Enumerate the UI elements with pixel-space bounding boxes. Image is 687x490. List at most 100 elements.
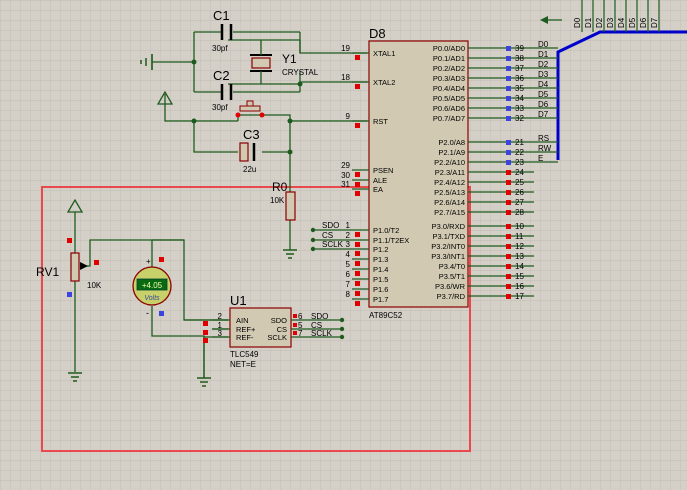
capacitor-c1-value: 30pf <box>212 44 228 53</box>
mcu-pin-name: P2.2/A10 <box>434 158 465 167</box>
resistor-r0-value: 10K <box>270 196 285 205</box>
pin-marker <box>506 190 511 195</box>
mcu-pin-name: P2.7/A15 <box>434 208 465 217</box>
mcu-pin-name: P0.1/AD1 <box>433 54 465 63</box>
mcu-pin-number: 12 <box>515 242 524 251</box>
mcu-pin-number: 34 <box>515 94 524 103</box>
mcu-pin-number: 29 <box>341 161 350 170</box>
net-terminal-dot <box>310 227 316 233</box>
header-net-label: D2 <box>595 17 604 28</box>
mcu-pin-name: P0.7/AD7 <box>433 114 465 123</box>
header-net-label: D5 <box>628 17 637 28</box>
pin-marker <box>506 244 511 249</box>
mcu-pin-number: 21 <box>515 138 524 147</box>
mcu-pin-name: P2.5/A13 <box>434 188 465 197</box>
mcu-pin-name: ALE <box>373 176 387 185</box>
mcu-pin-name: P3.5/T1 <box>439 272 465 281</box>
pin-marker <box>203 330 208 335</box>
pin-marker <box>506 210 511 215</box>
capacitor-c2-ref: C2 <box>213 68 230 83</box>
mcu-pin-name: XTAL2 <box>373 78 395 87</box>
pin-marker <box>355 281 360 286</box>
net-terminal-dot <box>310 237 316 243</box>
mcu-pin-number: 2 <box>346 231 351 240</box>
net-terminal-dot <box>310 246 316 252</box>
resistor-r0-ref: R0 <box>272 180 288 194</box>
header-net-label: D6 <box>639 17 648 28</box>
pin-marker <box>506 140 511 145</box>
adc-pin-number: 2 <box>218 312 223 321</box>
header-net-label: D4 <box>617 17 626 28</box>
header-net-label: D3 <box>606 17 615 28</box>
mcu-pin-name: P3.2/INT0 <box>431 242 465 251</box>
mcu-pin-number: 11 <box>515 232 524 241</box>
adc-pin-name: REF- <box>236 333 254 342</box>
mcu-pin-number: 39 <box>515 44 524 53</box>
pin-marker <box>506 46 511 51</box>
mcu-pin-name: P0.2/AD2 <box>433 64 465 73</box>
mcu-pin-name: P3.1/TXD <box>432 232 465 241</box>
pin-marker <box>506 264 511 269</box>
pin-marker <box>203 321 208 326</box>
pin-marker <box>203 338 208 343</box>
mcu-pin-number: 10 <box>515 222 524 231</box>
mcu-pin-name: P3.4/T0 <box>439 262 465 271</box>
capacitor-c2-value: 30pf <box>212 103 228 112</box>
mcu-pin-name: P1.5 <box>373 275 388 284</box>
mcu-pin-number: 18 <box>341 73 350 82</box>
adc-pin-number: 6 <box>298 312 303 321</box>
pin-marker <box>293 331 297 335</box>
mcu-pin-number: 30 <box>341 171 350 180</box>
mcu-pin-name: P2.1/A9 <box>438 148 465 157</box>
pin-marker <box>506 106 511 111</box>
crystal-y1-value: CRYSTAL <box>282 68 319 77</box>
mcu-pin-number: 24 <box>515 168 524 177</box>
pin-marker <box>506 234 511 239</box>
net-terminal-dot <box>339 317 345 323</box>
pin-marker <box>506 160 511 165</box>
mcu-pin-number: 38 <box>515 54 524 63</box>
pin-marker <box>506 200 511 205</box>
pin-marker <box>506 150 511 155</box>
pin-marker <box>355 84 360 89</box>
pin-marker <box>506 284 511 289</box>
pin-marker <box>355 261 360 266</box>
mcu-pin-number: 37 <box>515 64 524 73</box>
mcu-pin-number: 31 <box>341 180 350 189</box>
mcu-pin-name: P0.5/AD5 <box>433 94 465 103</box>
mcu-pin-name: P3.6/WR <box>435 282 466 291</box>
mcu-pin-name: XTAL1 <box>373 49 395 58</box>
pin-marker <box>506 86 511 91</box>
mcu-d8-part: AT89C52 <box>369 311 403 320</box>
capacitor-c1-ref: C1 <box>213 8 230 23</box>
mcu-pin-name: P2.4/A12 <box>434 178 465 187</box>
mcu-pin-number: 28 <box>515 208 524 217</box>
mcu-pin-name: RST <box>373 117 388 126</box>
pin-marker <box>293 323 297 327</box>
mcu-pin-name: PSEN <box>373 166 393 175</box>
pin-marker <box>355 123 360 128</box>
pin-marker <box>506 180 511 185</box>
mcu-pin-number: 13 <box>515 252 524 261</box>
voltmeter-minus: - <box>146 308 149 318</box>
mcu-pin-number: 16 <box>515 282 524 291</box>
mcu-d8-ref: D8 <box>369 26 386 41</box>
mcu-pin-name: P3.7/RD <box>437 292 466 301</box>
mcu-pin-number: 19 <box>341 44 350 53</box>
mcu-pin-name: P2.3/A11 <box>435 168 465 177</box>
pin-marker <box>506 96 511 101</box>
adc-pin-number: 7 <box>298 329 303 338</box>
pin-marker <box>355 55 360 60</box>
mcu-pin-number: 4 <box>346 250 351 259</box>
mcu-pin-name: P1.7 <box>373 295 388 304</box>
pin-marker <box>293 314 297 318</box>
schematic-canvas[interactable]: C1 30pf C2 30pf Y1 CRYSTAL C3 22u R0 10K… <box>0 0 687 490</box>
mcu-pin-number: 26 <box>515 188 524 197</box>
pin-marker <box>355 301 360 306</box>
mcu-pin-name: P0.6/AD6 <box>433 104 465 113</box>
mcu-pin-number: 1 <box>346 221 351 230</box>
mcu-pin-name: P1.3 <box>373 255 388 264</box>
adc-net-label: SDO <box>311 312 328 321</box>
mcu-pin-number: 35 <box>515 84 524 93</box>
mcu-pin-name: P1.4 <box>373 265 388 274</box>
